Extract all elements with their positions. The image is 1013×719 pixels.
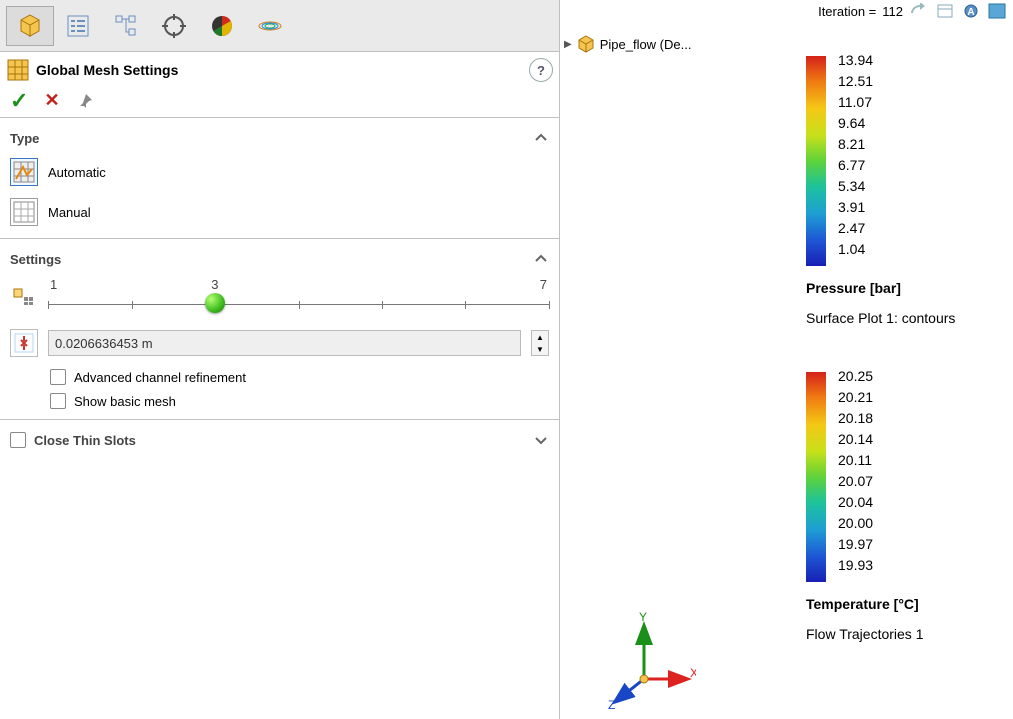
legend-temperature: 20.25 20.21 20.18 20.14 20.11 20.07 20.0… [806,372,923,642]
tree-expand-button[interactable]: ▶ [564,39,572,50]
spinner-down[interactable]: ▼ [532,343,548,355]
cancel-button[interactable]: ✕ [44,90,59,111]
legend-temperature-subtitle: Flow Trajectories 1 [806,626,923,642]
tab-configuration-manager[interactable] [102,6,150,46]
axis-x-label: X [690,666,696,680]
option-manual-label: Manual [48,205,91,220]
option-manual[interactable]: Manual [10,192,549,232]
min-gap-spinner[interactable]: ▲ ▼ [531,330,549,356]
waves-icon [257,13,283,39]
tab-feature-manager[interactable] [6,6,54,46]
sphere-icon [209,13,235,39]
tab-bar [0,0,559,52]
axis-z-label: Z [608,698,615,709]
colorbar-pressure [806,56,826,266]
legend-pressure-subtitle: Surface Plot 1: contours [806,310,955,326]
collapse-type-button[interactable] [533,130,549,146]
cube-icon [576,34,596,54]
collapse-settings-button[interactable] [533,251,549,267]
list-icon [65,13,91,39]
panel-actions: ✓ ✕ [0,84,559,118]
grid-manual-icon [13,201,35,223]
pin-button[interactable] [76,92,94,110]
svg-text:A: A [967,7,974,18]
cube-icon [17,13,43,39]
slider-mid-label: 3 [211,277,218,292]
slider-thumb[interactable] [205,293,225,313]
min-gap-field[interactable]: 0.0206636453 m [48,330,521,356]
grid-auto-icon [13,161,35,183]
legend-pressure: 13.94 12.51 11.07 9.64 8.21 6.77 5.34 3.… [806,56,955,326]
option-automatic-label: Automatic [48,165,106,180]
tree-icon [113,13,139,39]
legend-temperature-values: 20.25 20.21 20.18 20.14 20.11 20.07 20.0… [838,366,873,576]
tab-property-manager[interactable] [54,6,102,46]
legend-pressure-values: 13.94 12.51 11.07 9.64 8.21 6.77 5.34 3.… [838,50,873,260]
legend-temperature-title: Temperature [°C] [806,596,923,612]
min-gap-icon [10,329,38,357]
pushpin-icon [76,92,94,110]
legend-pressure-title: Pressure [bar] [806,280,955,296]
checkbox-close-thin-slots[interactable] [10,432,26,448]
chevron-down-icon [533,432,549,448]
toolbar-icon-2[interactable] [935,2,955,20]
toolbar-icon-3[interactable]: A [961,2,981,20]
toolbar-icon-1[interactable] [909,2,929,20]
project-tree: ▶ Pipe_flow (De... [564,34,691,54]
mesh-icon [6,58,30,82]
slider-max-label: 7 [540,277,547,292]
spinner-up[interactable]: ▲ [532,331,548,343]
ok-button[interactable]: ✓ [10,88,28,114]
section-settings: Settings 1 3 7 [0,239,559,419]
help-button[interactable]: ? [529,58,553,82]
close-thin-slots-label: Close Thin Slots [34,433,136,448]
chevron-up-icon [533,251,549,267]
checkbox-show-basic-mesh-label: Show basic mesh [74,394,176,409]
checkbox-advanced-refinement-label: Advanced channel refinement [74,370,246,385]
chevron-up-icon [533,130,549,146]
graphics-viewport[interactable]: Iteration = 112 A ▶ Pipe_flow (De... [560,0,1013,719]
panel-title: Global Mesh Settings [36,62,178,78]
toolbar-icon-4[interactable] [987,2,1007,20]
checkbox-show-basic-mesh[interactable] [50,393,66,409]
iteration-status: Iteration = 112 A [818,2,1007,20]
target-icon [161,13,187,39]
option-automatic[interactable]: Automatic [10,152,549,192]
resolution-slider[interactable]: 1 3 7 [48,277,549,317]
tree-root-label[interactable]: Pipe_flow (De... [600,37,692,52]
panel-title-bar: Global Mesh Settings ? [0,52,559,84]
tab-dimxpert[interactable] [150,6,198,46]
resolution-icon [10,285,38,309]
slider-min-label: 1 [50,277,57,292]
expand-close-slots-button[interactable] [533,432,549,448]
section-close-slots: Close Thin Slots [0,420,559,460]
axis-y-label: Y [639,610,647,624]
section-type: Type Automatic Manual [0,118,559,238]
colorbar-temperature [806,372,826,582]
axes-triad[interactable]: X Y Z [606,609,696,709]
checkbox-advanced-refinement[interactable] [50,369,66,385]
section-type-label: Type [10,131,39,146]
section-settings-label: Settings [10,252,61,267]
tab-display-manager[interactable] [198,6,246,46]
tab-flow-simulation[interactable] [246,6,294,46]
